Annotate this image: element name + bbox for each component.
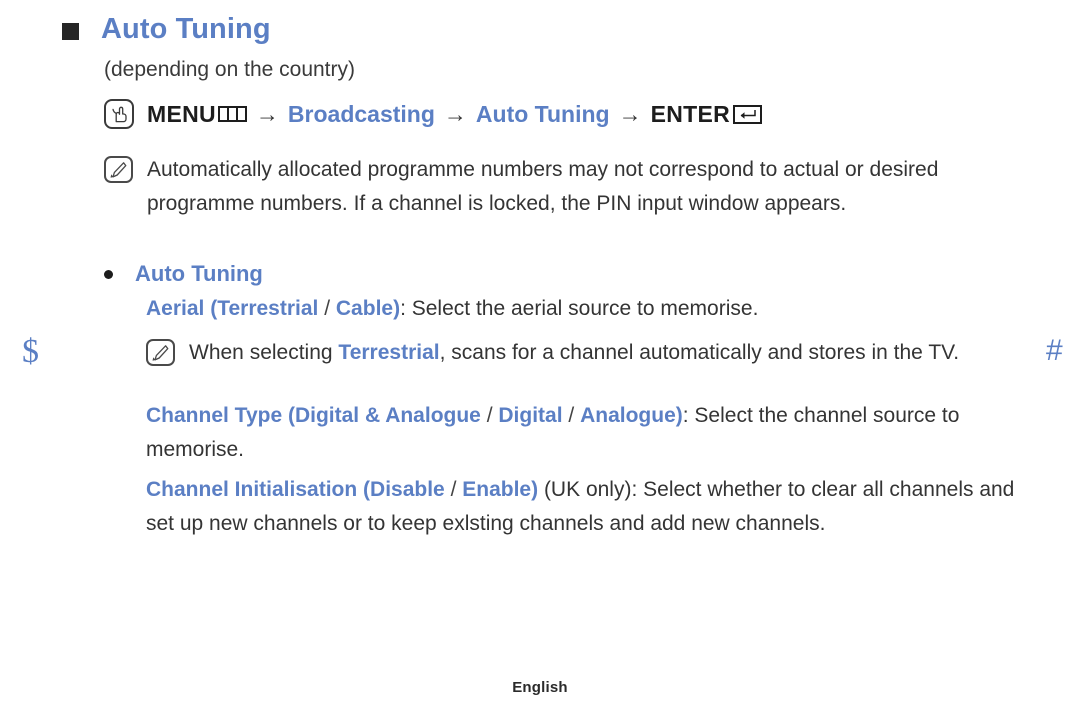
paragraph-channel-type: Channel Type (Digital & Analogue / Digit… (146, 399, 1036, 467)
square-bullet-icon (62, 23, 79, 40)
menu-step-broadcasting: Broadcasting (287, 101, 435, 127)
aerial-description: : Select the aerial source to memorise. (400, 297, 759, 320)
aerial-term: Aerial ( (146, 297, 218, 320)
page-title: Auto Tuning (101, 13, 271, 45)
note-block-2: When selecting Terrestrial, scans for a … (146, 336, 1036, 370)
note-2-highlight-terrestrial: Terrestrial (338, 341, 440, 364)
bullet-auto-tuning: Auto Tuning (104, 258, 263, 289)
note-2-text: When selecting Terrestrial, scans for a … (189, 336, 959, 370)
paragraph-aerial: Aerial (Terrestrial / Cable): Select the… (146, 292, 1036, 326)
channel-init-option-enable: Enable (462, 478, 532, 501)
channel-init-term: Channel Initialisation ( (146, 478, 371, 501)
channel-type-option-digital: Digital (498, 404, 563, 427)
channel-init-option-disable: Disable (370, 478, 445, 501)
left-margin-marker: $ (22, 333, 39, 370)
arrow-1: → (255, 101, 279, 127)
channel-type-term: Channel Type ( (146, 404, 295, 427)
channel-type-term-close: ) (675, 404, 683, 427)
note-1-text: Automatically allocated programme number… (147, 158, 939, 215)
note-pen-icon (146, 339, 175, 366)
channel-type-option-analogue: Analogue (580, 404, 676, 427)
manual-page: $ # Auto Tuning (depending on the countr… (0, 0, 1080, 705)
menu-step-auto-tuning: Auto Tuning (475, 101, 610, 127)
round-bullet-icon (104, 270, 113, 279)
menu-label: MENU (147, 101, 216, 127)
channel-type-separator-1: / (480, 404, 499, 427)
note-2-text-before: When selecting (189, 341, 339, 364)
note-pen-icon (104, 156, 133, 183)
aerial-separator: / (318, 297, 336, 320)
arrow-3: → (618, 101, 642, 127)
channel-type-option-digital-analogue: Digital & Analogue (294, 404, 481, 427)
arrow-2: → (443, 101, 467, 127)
note-block-1: Automatically allocated programme number… (104, 153, 1034, 221)
aerial-option-cable: Cable (335, 297, 394, 320)
paragraph-channel-initialisation: Channel Initialisation (Disable / Enable… (146, 473, 1036, 541)
menu-path: MENU → Broadcasting → Auto Tuning → ENTE… (104, 99, 763, 129)
right-margin-marker: # (1046, 334, 1063, 367)
channel-type-separator-2: / (562, 404, 581, 427)
footer-language: English (512, 679, 568, 696)
menu-press-hand-icon (104, 99, 134, 129)
enter-label: ENTER (650, 101, 731, 127)
page-title-row: Auto Tuning (62, 12, 271, 46)
page-subtitle: (depending on the country) (104, 58, 356, 81)
channel-init-separator: / (444, 478, 463, 501)
menu-bars-icon (217, 106, 247, 122)
note-2-text-after: , scans for a channel automatically and … (439, 341, 960, 364)
aerial-option-terrestrial: Terrestrial (217, 297, 319, 320)
enter-return-icon (733, 104, 763, 124)
bullet-label-auto-tuning: Auto Tuning (135, 261, 263, 286)
